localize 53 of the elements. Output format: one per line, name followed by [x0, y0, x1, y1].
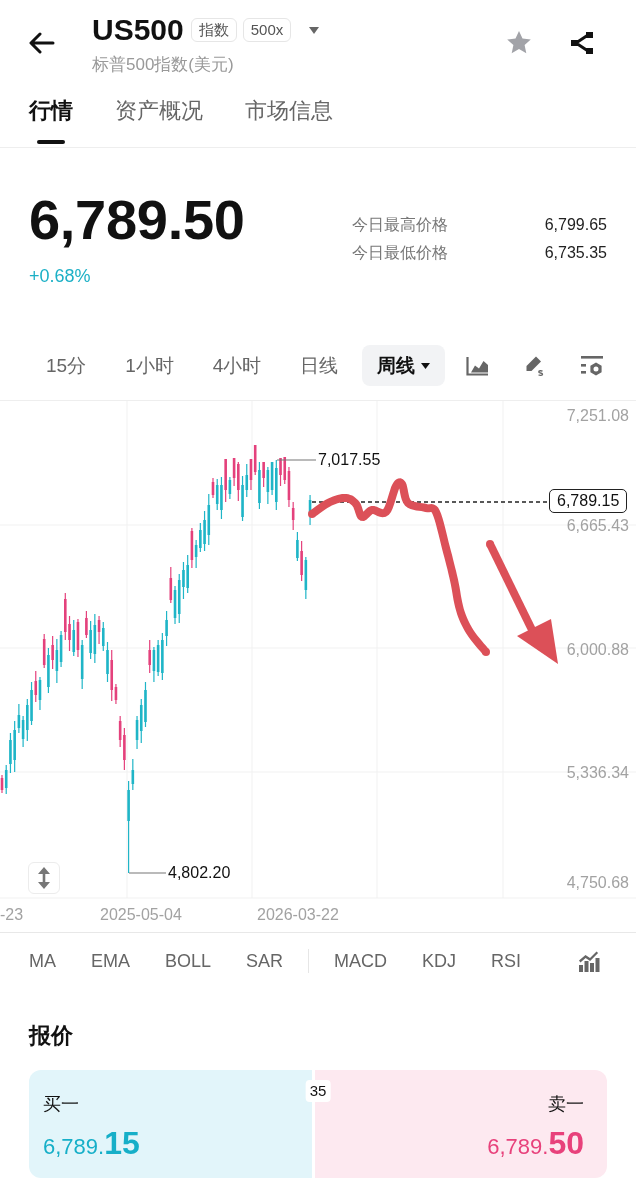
tab[interactable]: 资产概况 — [115, 88, 203, 147]
ask-label: 卖一 — [548, 1093, 584, 1116]
list-gear-icon[interactable] — [580, 354, 604, 377]
bid-price: 6,789.15 — [43, 1124, 140, 1163]
resize-button[interactable] — [28, 862, 60, 894]
tab[interactable]: 行情 — [29, 88, 73, 147]
price-change: +0.68% — [29, 265, 91, 287]
timeframe-tab[interactable]: 15分 — [31, 345, 102, 386]
section-title: 报价 — [29, 1022, 73, 1050]
y-axis-label: 5,336.34 — [566, 763, 629, 783]
y-axis-label: 6,665.43 — [566, 516, 629, 536]
timeframe-tab[interactable]: 日线 — [285, 345, 354, 386]
back-arrow-icon — [29, 32, 55, 54]
timeframe-tab[interactable]: 4小时 — [197, 345, 277, 386]
tag-badge: 指数 — [190, 18, 237, 42]
caret-down-icon[interactable] — [309, 26, 320, 34]
last-price-label: 6,789.15 — [549, 489, 628, 513]
low-price-label: 4,802.20 — [168, 863, 231, 883]
indicator-tab[interactable]: BOLL — [165, 948, 212, 973]
y-axis-label: 6,000.88 — [566, 640, 629, 660]
symbol-title: US500 — [92, 14, 184, 46]
bid-label: 买一 — [43, 1093, 79, 1116]
x-axis-label: -23 — [0, 905, 24, 925]
indicator-tab[interactable]: SAR — [246, 948, 284, 973]
spread-badge: 35 — [305, 1080, 331, 1102]
low-marker-line — [128, 872, 167, 874]
tab[interactable]: 市场信息 — [245, 88, 333, 147]
up-down-arrow-icon — [38, 867, 50, 889]
stat-label: 今日最高价格 — [352, 215, 448, 235]
star-icon[interactable] — [506, 30, 532, 55]
x-axis-label: 2025-05-04 — [100, 905, 182, 925]
tag-badge: 500x — [242, 18, 292, 42]
area-chart-icon[interactable] — [466, 355, 488, 376]
stat-value: 6,799.65 — [544, 215, 607, 235]
y-axis-label: 7,251.08 — [566, 406, 629, 426]
indicator-tab[interactable]: RSI — [491, 948, 522, 973]
timeframe-tab[interactable]: 周线 — [362, 345, 446, 386]
stat-value: 6,735.35 — [544, 243, 607, 263]
x-axis-label: 2026-03-22 — [257, 905, 339, 925]
stat-label: 今日最低价格 — [352, 243, 448, 263]
indicator-tab[interactable]: EMA — [91, 948, 130, 973]
high-price-label: 7,017.55 — [318, 450, 381, 470]
last-price: 6,789.50 — [29, 191, 245, 249]
indicator-tab[interactable]: KDJ — [422, 948, 457, 973]
share-icon[interactable] — [570, 30, 594, 55]
symbol-subtitle: 标普500指数(美元) — [92, 54, 234, 76]
ask-price: 6,789.50 — [487, 1124, 584, 1163]
timeframe-tab[interactable]: 1小时 — [110, 345, 189, 386]
indicator-tab[interactable]: MACD — [334, 948, 388, 973]
high-marker-line — [276, 459, 317, 461]
indicator-tab[interactable]: MA — [29, 948, 56, 973]
y-axis-label: 4,750.68 — [566, 873, 629, 893]
bar-chart-icon[interactable] — [578, 949, 600, 972]
